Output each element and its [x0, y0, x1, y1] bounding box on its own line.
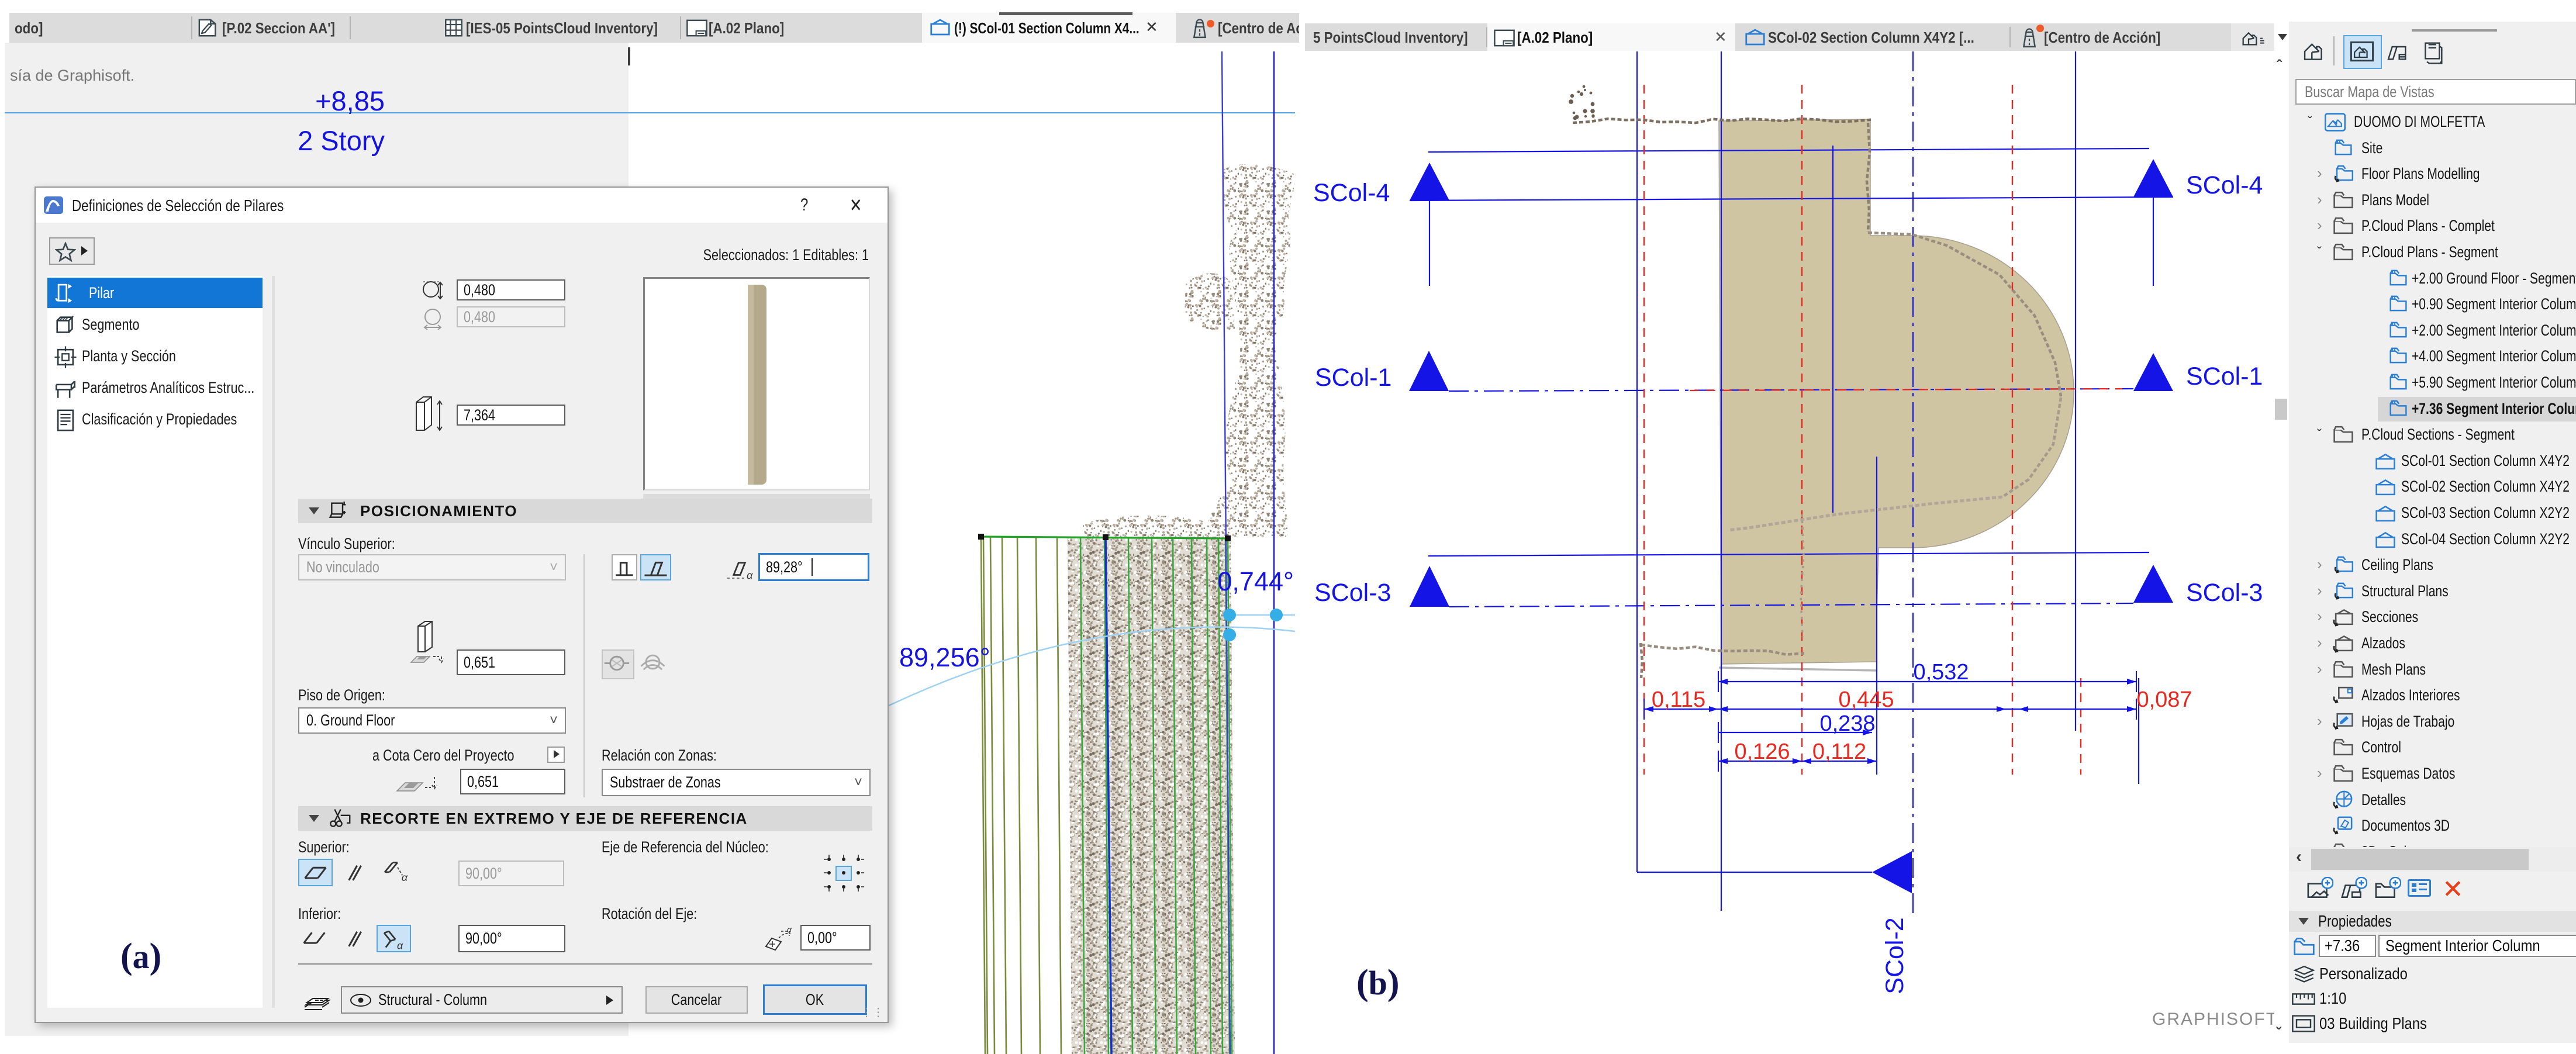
- svg-text:α: α: [747, 569, 753, 580]
- svg-text:α: α: [402, 872, 408, 883]
- svg-text:α: α: [787, 925, 792, 934]
- svg-text:0,238: 0,238: [1819, 711, 1875, 736]
- svg-text:0,112: 0,112: [1812, 739, 1866, 764]
- svg-text:0,532: 0,532: [1913, 660, 1969, 685]
- svg-text:SCol-1: SCol-1: [1315, 364, 1391, 392]
- svg-text:0,115: 0,115: [1652, 687, 1705, 712]
- svg-text:0,087: 0,087: [2136, 687, 2192, 712]
- svg-text:SCol-3: SCol-3: [1314, 579, 1391, 607]
- svg-text:0,744°: 0,744°: [1217, 566, 1294, 596]
- svg-text:0,445: 0,445: [1838, 687, 1894, 712]
- svg-text:SCol-3: SCol-3: [2186, 579, 2263, 607]
- svg-text:0,126: 0,126: [1734, 739, 1790, 764]
- svg-text:SCol-4: SCol-4: [2186, 171, 2263, 199]
- svg-text:SCol-1: SCol-1: [2186, 362, 2263, 391]
- svg-text:α: α: [397, 939, 403, 951]
- svg-text:89,256°: 89,256°: [899, 642, 990, 672]
- svg-text:SCol-4: SCol-4: [1313, 179, 1390, 207]
- svg-text:SCol-2: SCol-2: [1881, 917, 1909, 994]
